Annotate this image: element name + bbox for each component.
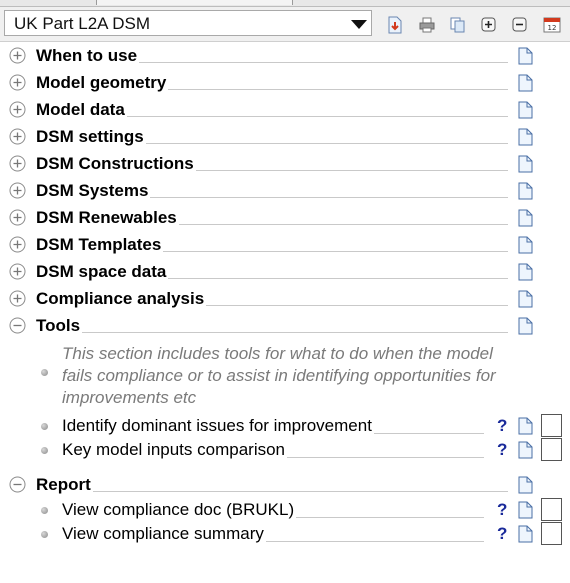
- copy-icon[interactable]: [449, 16, 467, 34]
- expand-icon[interactable]: [9, 263, 26, 280]
- collapse-icon[interactable]: [9, 476, 26, 493]
- section-label[interactable]: DSM Systems: [36, 181, 151, 201]
- document-icon[interactable]: [518, 476, 533, 494]
- bullet-icon: [41, 531, 48, 538]
- document-icon[interactable]: [518, 317, 533, 335]
- document-icon[interactable]: [518, 101, 533, 119]
- bullet-icon: [41, 447, 48, 454]
- leader-line: [36, 491, 508, 492]
- section-label[interactable]: Tools: [36, 316, 83, 336]
- section-label[interactable]: Model geometry: [36, 73, 169, 93]
- expand-icon[interactable]: [9, 236, 26, 253]
- section-model-geometry[interactable]: Model geometry: [0, 71, 570, 95]
- section-dsm-systems[interactable]: DSM Systems: [0, 179, 570, 203]
- section-label[interactable]: DSM settings: [36, 127, 146, 147]
- document-icon[interactable]: [518, 74, 533, 92]
- section-label[interactable]: Model data: [36, 100, 127, 120]
- expand-all-icon[interactable]: [480, 16, 498, 34]
- section-dsm-constructions[interactable]: DSM Constructions: [0, 152, 570, 176]
- document-icon[interactable]: [518, 441, 533, 459]
- document-icon[interactable]: [518, 263, 533, 281]
- navigator-selector[interactable]: UK Part L2A DSM: [4, 10, 372, 36]
- tools-note: This section includes tools for what to …: [62, 344, 496, 407]
- tool-item-identify-dominant-issues[interactable]: Identify dominant issues for improvement…: [0, 414, 570, 438]
- checkbox[interactable]: [541, 522, 562, 545]
- section-dsm-templates[interactable]: DSM Templates: [0, 233, 570, 257]
- document-icon[interactable]: [518, 47, 533, 65]
- tool-item-key-model-inputs[interactable]: Key model inputs comparison ?: [0, 438, 570, 462]
- calendar-icon-label: 12: [548, 24, 557, 32]
- dropdown-arrow-icon[interactable]: [351, 20, 367, 29]
- expand-icon[interactable]: [9, 182, 26, 199]
- export-icon[interactable]: [386, 16, 404, 34]
- checkbox[interactable]: [541, 414, 562, 437]
- collapse-icon[interactable]: [9, 317, 26, 334]
- help-icon[interactable]: ?: [497, 440, 507, 460]
- expand-icon[interactable]: [9, 74, 26, 91]
- section-report[interactable]: Report: [0, 473, 570, 497]
- section-dsm-renewables[interactable]: DSM Renewables: [0, 206, 570, 230]
- document-icon[interactable]: [518, 236, 533, 254]
- bullet-icon: [41, 423, 48, 430]
- section-compliance-analysis[interactable]: Compliance analysis: [0, 287, 570, 311]
- expand-icon[interactable]: [9, 209, 26, 226]
- section-dsm-settings[interactable]: DSM settings: [0, 125, 570, 149]
- section-dsm-space-data[interactable]: DSM space data: [0, 260, 570, 284]
- report-item-label[interactable]: View compliance summary: [62, 524, 266, 544]
- expand-icon[interactable]: [9, 128, 26, 145]
- document-icon[interactable]: [518, 128, 533, 146]
- report-item-compliance-summary[interactable]: View compliance summary ?: [0, 522, 570, 546]
- tool-item-label[interactable]: Identify dominant issues for improvement: [62, 416, 374, 436]
- document-icon[interactable]: [518, 525, 533, 543]
- expand-icon[interactable]: [9, 290, 26, 307]
- document-icon[interactable]: [518, 417, 533, 435]
- help-icon[interactable]: ?: [497, 524, 507, 544]
- expand-icon[interactable]: [9, 101, 26, 118]
- help-icon[interactable]: ?: [497, 416, 507, 436]
- tab-edge: [96, 0, 293, 5]
- leader-line: [36, 332, 508, 333]
- top-tab-strip: [0, 0, 570, 7]
- section-label[interactable]: DSM Templates: [36, 235, 164, 255]
- document-icon[interactable]: [518, 290, 533, 308]
- section-label[interactable]: DSM space data: [36, 262, 169, 282]
- expand-icon[interactable]: [9, 155, 26, 172]
- navigator-selector-value: UK Part L2A DSM: [14, 14, 151, 33]
- calendar-icon[interactable]: 12: [543, 16, 561, 34]
- bullet-icon: [41, 369, 48, 376]
- bullet-icon: [41, 507, 48, 514]
- section-label[interactable]: When to use: [36, 46, 140, 66]
- help-icon[interactable]: ?: [497, 500, 507, 520]
- tool-item-label[interactable]: Key model inputs comparison: [62, 440, 288, 460]
- document-icon[interactable]: [518, 155, 533, 173]
- section-tools[interactable]: Tools: [0, 314, 570, 338]
- expand-icon[interactable]: [9, 47, 26, 64]
- checkbox[interactable]: [541, 438, 562, 461]
- toolbar: UK Part L2A DSM 12: [0, 7, 570, 42]
- collapse-all-icon[interactable]: [511, 16, 529, 34]
- section-label[interactable]: Compliance analysis: [36, 289, 207, 309]
- section-when-to-use[interactable]: When to use: [0, 44, 570, 68]
- report-item-compliance-doc[interactable]: View compliance doc (BRUKL) ?: [0, 498, 570, 522]
- document-icon[interactable]: [518, 209, 533, 227]
- print-icon[interactable]: [418, 16, 436, 34]
- section-label[interactable]: DSM Renewables: [36, 208, 179, 228]
- section-label[interactable]: Report: [36, 475, 93, 495]
- checkbox[interactable]: [541, 498, 562, 521]
- report-item-label[interactable]: View compliance doc (BRUKL): [62, 500, 297, 520]
- document-icon[interactable]: [518, 501, 533, 519]
- section-model-data[interactable]: Model data: [0, 98, 570, 122]
- section-label[interactable]: DSM Constructions: [36, 154, 196, 174]
- document-icon[interactable]: [518, 182, 533, 200]
